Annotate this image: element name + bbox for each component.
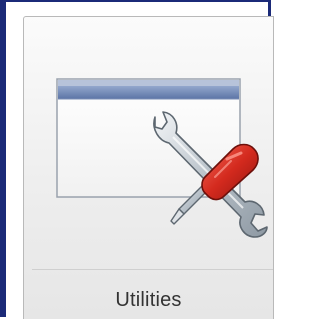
utilities-tile[interactable]: Utilities [23, 16, 274, 319]
utilities-icon [56, 78, 268, 238]
tile-label: Utilities [115, 289, 182, 311]
selection-frame: Utilities [0, 0, 274, 319]
